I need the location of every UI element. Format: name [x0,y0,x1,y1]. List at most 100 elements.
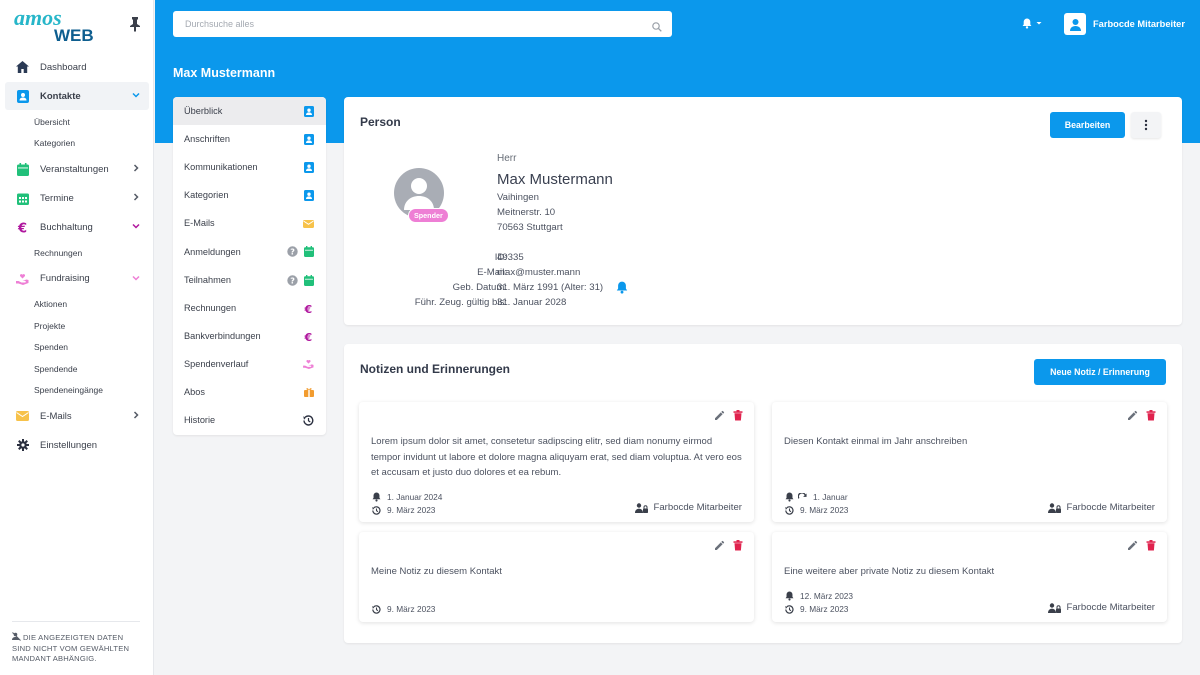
pencil-icon[interactable] [1127,410,1138,421]
subnav-label: Überblick [184,106,223,117]
person-salutation: Herr [497,153,517,164]
reminder-date: 1. Januar 2024 [387,492,443,502]
nav-veranstaltungen[interactable]: Veranstaltungen [5,155,149,183]
contact-card-icon [303,162,314,174]
user-menu[interactable]: Farbocde Mitarbeiter [1064,13,1185,35]
field-value-birthdate: 31. März 1991 (Alter: 31) [497,282,604,293]
nav-fundraising[interactable]: Fundraising [5,265,149,293]
amos-web-logo[interactable]: amos WEB [12,5,108,45]
subnav-ueberblick[interactable]: Überblick [173,97,326,126]
nav-fundraising-spenden[interactable]: Spenden [0,337,154,359]
pencil-icon[interactable] [714,410,725,421]
contact-card-icon [303,190,314,202]
notes-card: Notizen und Erinnerungen Neue Notiz / Er… [344,344,1182,643]
note-created: 9. März 2023 [785,505,848,515]
caret-down-icon [1036,22,1042,25]
subnav-anmeldungen[interactable]: Anmeldungen ? [173,237,326,265]
logo-web: WEB [54,26,94,44]
subnav-spendenverlauf[interactable]: Spendenverlauf [173,350,326,378]
donation-hand-icon [16,272,29,285]
svg-text:?: ? [290,248,295,257]
pencil-icon[interactable] [1127,540,1138,551]
new-note-button[interactable]: Neue Notiz / Erinnerung [1034,359,1166,385]
user-lock-icon [1048,602,1062,613]
note-author: Farbocde Mitarbeiter [1048,602,1155,613]
svg-text:?: ? [290,276,295,285]
search-icon[interactable] [652,19,662,32]
chevron-down-icon [131,221,141,231]
subnav-historie[interactable]: Historie [173,406,326,434]
subnav-label: Spendenverlauf [184,358,249,369]
note-author: Farbocde Mitarbeiter [635,502,742,513]
question-circle-icon[interactable]: ? [287,274,298,286]
edit-button[interactable]: Bearbeiten [1050,112,1125,138]
nav-dashboard[interactable]: Dashboard [5,53,149,81]
svg-text:€: € [304,303,312,314]
global-search [173,11,672,37]
more-options-button[interactable] [1131,112,1161,138]
reminder-date: 1. Januar [813,492,848,502]
field-value-certificate: 31. Januar 2028 [497,297,567,308]
history-icon [303,415,314,426]
chevron-right-icon [131,192,141,202]
nav-fundraising-aktionen[interactable]: Aktionen [0,294,154,316]
subnav-anschriften[interactable]: Anschriften [173,125,326,153]
contact-card-icon [303,106,314,117]
calendar-icon [303,246,314,258]
nav-kontakte-uebersicht[interactable]: Übersicht [0,111,154,133]
person-card-title: Person [360,115,401,129]
question-circle-icon[interactable]: ? [287,246,298,258]
subnav-rechnungen[interactable]: Rechnungen € [173,294,326,322]
nav-termine[interactable]: Termine [5,184,149,212]
pin-icon[interactable] [129,16,141,32]
bell-icon [785,492,794,502]
nav-kontakte[interactable]: Kontakte [5,82,149,110]
nav-buchhaltung-rechnungen[interactable]: Rechnungen [0,242,154,264]
subnav-kategorien[interactable]: Kategorien [173,181,326,209]
nav-buchhaltung[interactable]: € Buchhaltung [5,213,149,241]
subnav-emails[interactable]: E-Mails [173,209,326,237]
subnav-abos[interactable]: Abos [173,378,326,406]
note-item: Diesen Kontakt einmal im Jahr anschreibe… [772,402,1167,522]
notifications-dropdown[interactable] [1022,16,1046,30]
field-value-email[interactable]: max@muster.mann [497,267,580,278]
subnav-teilnahmen[interactable]: Teilnahmen ? [173,266,326,294]
note-reminder: 1. Januar [785,492,848,502]
bell-icon [785,591,794,601]
user-lock-icon [635,502,649,513]
contact-card-icon [16,89,29,103]
spender-badge: Spender [408,208,449,223]
person-card: Person Bearbeiten Spender Herr Max Muste… [344,97,1182,325]
user-lock-icon [1048,502,1062,513]
calendar-grid-icon [16,192,29,205]
subnav-bankverbindungen[interactable]: Bankverbindungen € [173,322,326,350]
nav-kontakte-kategorien[interactable]: Kategorien [0,133,154,155]
trash-icon[interactable] [733,540,744,551]
subnav-label: Anmeldungen [184,246,241,257]
nav-fundraising-spendeneingaenge[interactable]: Spendeneingänge [0,380,154,402]
pencil-icon[interactable] [714,540,725,551]
envelope-icon [16,410,29,423]
subnav-kommunikationen[interactable]: Kommunikationen [173,153,326,181]
trash-icon[interactable] [1146,540,1157,551]
trash-icon[interactable] [1146,410,1157,421]
nav-fundraising-spendende[interactable]: Spendende [0,358,154,380]
subnav-label: Kommunikationen [184,162,258,173]
created-date: 9. März 2023 [387,505,436,515]
search-input[interactable] [173,11,643,37]
bell-icon [372,492,381,502]
contact-card-icon [303,134,314,146]
chevron-down-icon [131,273,141,283]
euro-icon: € [303,303,314,314]
nav-emails[interactable]: E-Mails [5,402,149,430]
note-text: Meine Notiz zu diesem Kontakt [371,566,502,577]
nav-label: Termine [40,192,74,204]
chevron-down-icon [131,90,141,100]
created-date: 9. März 2023 [387,604,436,614]
nav-fundraising-projekte[interactable]: Projekte [0,315,154,337]
trash-icon[interactable] [733,410,744,421]
history-icon [785,604,794,614]
euro-icon: € [16,221,29,234]
bell-icon[interactable] [616,281,628,294]
nav-einstellungen[interactable]: Einstellungen [5,431,149,459]
